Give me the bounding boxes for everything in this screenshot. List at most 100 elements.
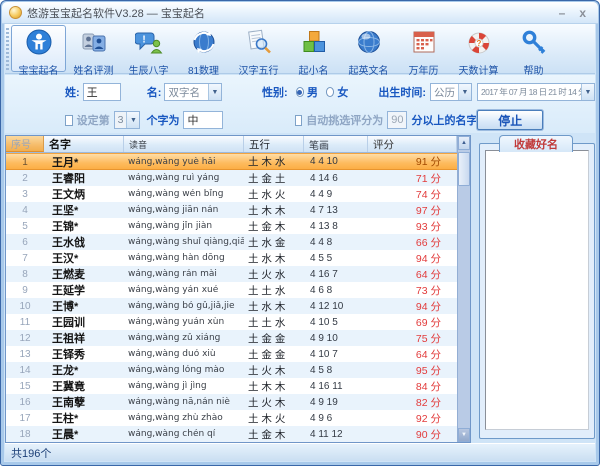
- gender-male-radio[interactable]: [296, 87, 304, 97]
- table-row[interactable]: 8王燃麦wáng,wàng rán mài土 火 水4 16 764 分: [6, 266, 457, 282]
- scroll-down-icon[interactable]: ▼: [458, 428, 470, 442]
- chevron-down-icon[interactable]: ▼: [208, 84, 221, 100]
- given-name-select[interactable]: 双字名 ▼: [164, 83, 222, 101]
- toolbar-button-help[interactable]: 帮助: [506, 25, 561, 72]
- cell-pinyin: wáng,wàng jǐn jiàn: [124, 221, 244, 231]
- sphere-icon: [355, 28, 383, 61]
- birth-datetime-picker[interactable]: 2017 年 07 月 18 日 21 时 14 分 ▼: [477, 83, 595, 101]
- toolbar-button-english-name[interactable]: 起英文名: [341, 25, 396, 72]
- cell-score: 94 分: [368, 299, 457, 314]
- set-char-mid-label: 个字为: [146, 112, 179, 128]
- cell-wuxing: 土 金 木: [244, 219, 304, 234]
- doc-magnifier-icon: [245, 28, 273, 61]
- table-row[interactable]: 15王冀竟wáng,wàng jì jìng土 木 木4 16 1184 分: [6, 378, 457, 394]
- gender-label: 性别:: [262, 84, 288, 100]
- favorites-list[interactable]: [485, 150, 589, 430]
- table-row[interactable]: 12王祖祥wáng,wàng zǔ xiáng土 金 金4 9 1075 分: [6, 330, 457, 346]
- surname-input[interactable]: 王: [83, 83, 121, 101]
- table-row[interactable]: 18王晨*wáng,wàng chén qí土 金 木4 11 1290 分: [6, 426, 457, 442]
- fixed-char-input[interactable]: 中: [183, 111, 222, 129]
- cell-score: 91 分: [368, 154, 457, 169]
- column-header-score[interactable]: 评分: [368, 136, 457, 152]
- cell-name: 王晨*: [44, 426, 124, 442]
- toolbar-button-name-test[interactable]: 姓名评测: [66, 25, 121, 72]
- column-header-strokes[interactable]: 笔画: [304, 136, 368, 152]
- table-row[interactable]: 4王坚*wáng,wàng jiān nán土 木 木4 7 1397 分: [6, 202, 457, 218]
- cell-no: 13: [6, 348, 44, 360]
- cell-no: 4: [6, 204, 44, 216]
- cell-score: 69 分: [368, 315, 457, 330]
- cell-pinyin: wáng,wàng lóng mào: [124, 365, 244, 375]
- cell-no: 7: [6, 252, 44, 264]
- column-header-pinyin[interactable]: 读音: [124, 136, 244, 152]
- cell-wuxing: 土 木 木: [244, 379, 304, 394]
- scrollbar-thumb[interactable]: [458, 152, 470, 186]
- minimize-button[interactable]: –: [559, 7, 566, 19]
- status-bar: 共196个: [5, 443, 595, 461]
- cell-strokes: 4 4 10: [304, 156, 368, 167]
- chevron-down-icon[interactable]: ▼: [458, 84, 471, 100]
- cell-strokes: 4 4 8: [304, 237, 368, 248]
- table-row[interactable]: 10王博*wáng,wàng bó gǔ,jiǎ,jie土 水 木4 12 10…: [6, 298, 457, 314]
- cell-name: 王睿阳: [44, 170, 124, 186]
- scroll-up-icon[interactable]: ▲: [458, 136, 470, 150]
- table-row[interactable]: 5王锦*wáng,wàng jǐn jiàn土 金 木4 13 893 分: [6, 218, 457, 234]
- toolbar-button-hanzi-wuxing[interactable]: 汉字五行: [231, 25, 286, 72]
- total-count-text: 共196个: [11, 445, 51, 461]
- cubes-icon: [300, 28, 328, 61]
- column-header-name[interactable]: 名字: [44, 136, 124, 152]
- toolbar-button-bazi[interactable]: !生辰八字: [121, 25, 176, 72]
- table-row[interactable]: 17王柱*wáng,wàng zhù zhào土 木 火4 9 692 分: [6, 410, 457, 426]
- auto-pick-checkbox[interactable]: [295, 115, 303, 126]
- cell-no: 12: [6, 332, 44, 344]
- toolbar-button-numerology-81[interactable]: 81数理: [176, 25, 231, 72]
- table-row[interactable]: 6王水戗wáng,wàng shuǐ qiàng,qiǎng土 水 金4 4 8…: [6, 234, 457, 250]
- auto-pick-suffix-label: 分以上的名字: [411, 112, 477, 128]
- chevron-down-icon[interactable]: ▼: [126, 112, 139, 128]
- chevron-down-icon[interactable]: ▼: [581, 84, 594, 100]
- close-button[interactable]: x: [579, 7, 586, 19]
- gender-female-radio[interactable]: [326, 87, 334, 97]
- column-header-wuxing[interactable]: 五行: [244, 136, 304, 152]
- stop-button[interactable]: 停止: [477, 110, 543, 130]
- char-position-select[interactable]: 3 ▼: [114, 111, 141, 129]
- table-row[interactable]: 2王睿阳wáng,wàng ruì yáng土 金 土4 14 671 分: [6, 170, 457, 186]
- table-row[interactable]: 3王文炳wáng,wàng wén bǐng土 水 火4 4 974 分: [6, 186, 457, 202]
- table-row[interactable]: 7王汉*wáng,wàng hàn dōng土 水 木4 5 594 分: [6, 250, 457, 266]
- cell-wuxing: 土 水 火: [244, 187, 304, 202]
- toolbar-button-nickname[interactable]: 起小名: [286, 25, 341, 72]
- table-row[interactable]: 1王月*wáng,wàng yuè hǎi土 木 水4 4 1091 分: [6, 153, 457, 170]
- cell-no: 16: [6, 396, 44, 408]
- cell-pinyin: wáng,wàng shuǐ qiàng,qiǎng: [124, 237, 244, 247]
- cell-no: 10: [6, 300, 44, 312]
- cell-wuxing: 土 土 水: [244, 315, 304, 330]
- cell-name: 王水戗: [44, 234, 124, 250]
- cell-pinyin: wáng,wàng bó gǔ,jiǎ,jie: [124, 301, 244, 311]
- cell-score: 84 分: [368, 379, 457, 394]
- table-row[interactable]: 16王南孽wáng,wàng nā,nán niè土 火 木4 9 1982 分: [6, 394, 457, 410]
- cell-name: 王燃麦: [44, 266, 124, 282]
- column-header-no[interactable]: 序号: [6, 136, 44, 152]
- toolbar-button-baby-naming[interactable]: 宝宝起名: [11, 25, 66, 72]
- favorites-tab[interactable]: 收藏好名: [499, 135, 573, 152]
- cell-no: 15: [6, 380, 44, 392]
- toolbar-button-day-calc[interactable]: ?天数计算: [451, 25, 506, 72]
- table-row[interactable]: 14王龙*wáng,wàng lóng mào土 火 木4 5 895 分: [6, 362, 457, 378]
- table-row[interactable]: 9王延学wáng,wàng yán xué土 土 水4 6 873 分: [6, 282, 457, 298]
- calendar-type-select[interactable]: 公历 ▼: [430, 83, 472, 101]
- set-char-checkbox[interactable]: [65, 115, 73, 126]
- names-table: 序号名字读音五行笔画评分 1王月*wáng,wàng yuè hǎi土 木 水4…: [5, 135, 471, 443]
- table-row[interactable]: 13王铎秀wáng,wàng duó xiù土 金 金4 10 764 分: [6, 346, 457, 362]
- toolbar-button-calendar[interactable]: 万年历: [396, 25, 451, 72]
- cell-name: 王柱*: [44, 410, 124, 426]
- cell-pinyin: wáng,wàng jì jìng: [124, 381, 244, 391]
- cell-no: 3: [6, 188, 44, 200]
- table-row[interactable]: 11王园训wáng,wàng yuán xùn土 土 水4 10 569 分: [6, 314, 457, 330]
- min-score-input[interactable]: 90: [387, 111, 407, 129]
- toolbar: 宝宝起名姓名评测!生辰八字81数理汉字五行起小名起英文名万年历?天数计算帮助: [5, 24, 595, 74]
- cell-score: 64 分: [368, 347, 457, 362]
- vertical-scrollbar[interactable]: ▲ ▼: [457, 136, 470, 442]
- cell-pinyin: wáng,wàng wén bǐng: [124, 189, 244, 199]
- cell-name: 王铎秀: [44, 346, 124, 362]
- cell-pinyin: wáng,wàng rán mài: [124, 269, 244, 279]
